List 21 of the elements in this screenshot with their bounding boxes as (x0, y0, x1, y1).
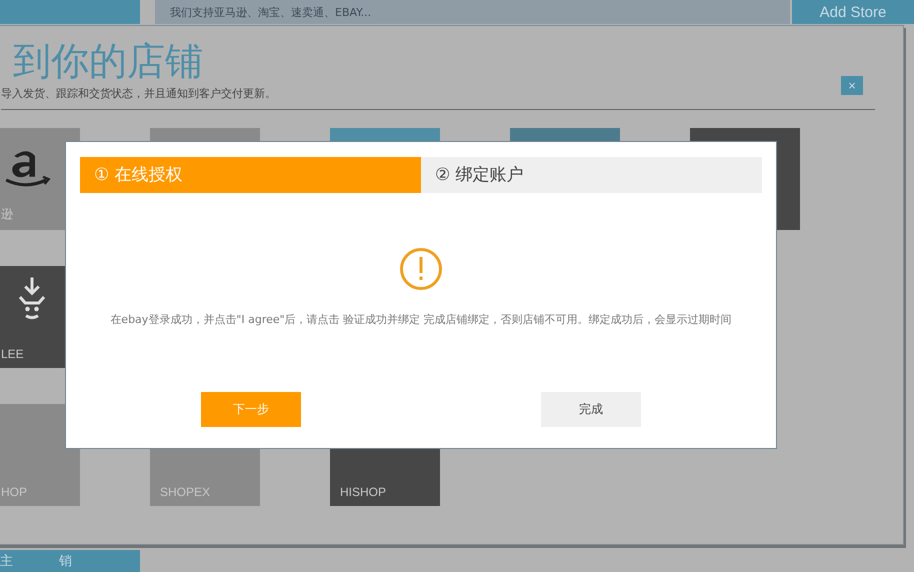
step-tab[interactable]: ② 绑定账户 (421, 157, 762, 193)
message-text: 在ebay登录成功，并点击"I agree"后，请点击 验证成功并绑定 完成店铺绑定，否则店铺不可用。绑定成功后，会显示过期时间 (110, 312, 732, 327)
store-name: LEE (1, 347, 24, 361)
store-tile[interactable]: HOP (0, 404, 80, 506)
store-name: 逊 (1, 206, 13, 223)
store-name: HISHOP (340, 485, 386, 499)
search-field[interactable]: 我们支持亚马逊、淘宝、速卖通、EBAY... (155, 0, 790, 24)
add-store-button[interactable]: Add Store (792, 0, 914, 24)
panel-subtitle: 导入发货、跟踪和交货状态，并且通知到客户交付更新。 (1, 86, 276, 101)
next-button[interactable]: 下一步 (201, 392, 301, 427)
footer-text: 主 (0, 553, 13, 570)
store-name: SHOPEX (160, 485, 210, 499)
footer-text: 销 (59, 553, 72, 570)
step-tab[interactable]: ① 在线授权 (80, 157, 421, 193)
close-button[interactable]: × (841, 76, 863, 95)
download-icon (17, 276, 47, 321)
warning-icon (399, 247, 443, 291)
search-text: 我们支持亚马逊、淘宝、速卖通、EBAY... (170, 4, 372, 20)
store-name: HOP (1, 485, 28, 499)
finish-button[interactable]: 完成 (541, 392, 641, 427)
panel-title: 到你的店铺 (13, 38, 204, 84)
